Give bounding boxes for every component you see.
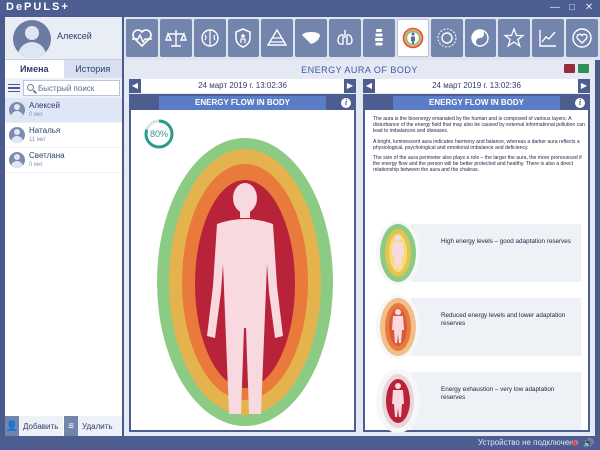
- scales-icon[interactable]: [159, 19, 192, 57]
- right-date-navigator: 24 март 2019 г. 13:02:36 ◀ ▶: [363, 79, 590, 93]
- brain-icon[interactable]: [193, 19, 226, 57]
- left-date-navigator: 24 март 2019 г. 13:02:36 ◀ ▶: [129, 79, 356, 93]
- info-icon[interactable]: i: [575, 98, 585, 108]
- sidebar-actions: 👤 Добавить ≡ Удалить: [5, 416, 122, 436]
- maximize-button[interactable]: □: [566, 2, 578, 14]
- high-energy-aura-icon: [376, 221, 420, 285]
- add-patient-button[interactable]: 👤 Добавить: [5, 416, 63, 436]
- next-date-button[interactable]: ▶: [578, 79, 590, 93]
- low-energy-aura-icon: [376, 369, 420, 433]
- description-paragraph: The aura is the bioenergy emanated by th…: [373, 116, 585, 135]
- prev-date-button[interactable]: ◀: [129, 79, 141, 93]
- aura-panel: ENERGY FLOW IN BODY i 80%: [129, 94, 356, 432]
- description-paragraph: A bright, luminescent aura indicates har…: [373, 138, 580, 151]
- legend-item-reduced: Reduced energy levels and lower adaptati…: [375, 294, 581, 360]
- list-item[interactable]: Наталья 11 мкг: [5, 123, 122, 148]
- patient-name: Наталья: [29, 126, 61, 135]
- heart-pulse-icon[interactable]: [126, 19, 158, 57]
- trash-icon: ≡: [64, 416, 78, 436]
- main-area: ENERGY AURA OF BODY 24 март 2019 г. 13:0…: [124, 60, 595, 436]
- list-item[interactable]: Светлана 0 мкг: [5, 148, 122, 173]
- description-paragraph: The size of the aura perimeter also play…: [373, 155, 582, 174]
- app-title: DePULS+: [6, 1, 70, 13]
- search-icon: [27, 84, 34, 91]
- star-icon[interactable]: [498, 19, 531, 57]
- shield-icon[interactable]: [227, 19, 260, 57]
- liver-icon[interactable]: [295, 19, 328, 57]
- pyramid-icon[interactable]: [261, 19, 294, 57]
- user-icon: [9, 127, 25, 143]
- delete-label: Удалить: [82, 421, 113, 431]
- status-indicator-icon: [572, 441, 577, 446]
- list-item[interactable]: Алексей 0 мкг: [5, 98, 122, 123]
- sidebar-tabs: Имена История: [5, 60, 122, 78]
- legend-text: High energy levels – good adaptation res…: [441, 238, 571, 245]
- search-box[interactable]: [23, 80, 120, 96]
- book-icon[interactable]: [578, 64, 589, 73]
- aura-figure: [157, 138, 333, 426]
- user-name: Алексей: [57, 31, 92, 41]
- user-icon: [9, 152, 25, 168]
- lungs-icon[interactable]: [329, 19, 361, 57]
- aura-icon[interactable]: [396, 19, 429, 57]
- reduced-energy-aura-icon: [376, 295, 420, 359]
- patient-info: 0 мкг: [29, 162, 43, 168]
- aura-info-panel: ENERGY FLOW IN BODY i The aura is the bi…: [363, 94, 590, 434]
- legend-item-high: High energy levels – good adaptation res…: [375, 220, 581, 286]
- status-bar: Устройство не подключено 🔊: [0, 436, 600, 450]
- panel-title: ENERGY FLOW IN BODY: [393, 96, 560, 110]
- add-label: Добавить: [23, 421, 59, 431]
- user-panel: Алексей: [5, 17, 122, 60]
- user-icon: [9, 102, 25, 118]
- title-bar: DePULS+ — □ ✕: [0, 0, 600, 16]
- page-title: ENERGY AURA OF BODY: [301, 65, 418, 75]
- tab-history[interactable]: История: [63, 60, 122, 78]
- device-status: Устройство не подключено: [478, 438, 579, 447]
- speaker-icon[interactable]: 🔊: [583, 438, 594, 449]
- add-user-icon: 👤: [5, 416, 19, 436]
- sun-chakra-icon[interactable]: [430, 19, 463, 57]
- print-icon[interactable]: [564, 64, 575, 73]
- info-icon[interactable]: i: [341, 98, 351, 108]
- right-date: 24 март 2019 г. 13:02:36: [432, 81, 521, 90]
- close-button[interactable]: ✕: [583, 2, 595, 14]
- panel-title: ENERGY FLOW IN BODY: [159, 96, 326, 110]
- list-menu-icon[interactable]: [7, 81, 21, 95]
- aura-description: The aura is the bioenergy emanated by th…: [373, 116, 588, 178]
- chart-icon[interactable]: [532, 19, 565, 57]
- legend-item-exhaustion: Energy exhaustion – very low adaptation …: [375, 368, 581, 434]
- patient-info: 11 мкг: [29, 137, 46, 143]
- legend-text: Energy exhaustion – very low adaptation …: [441, 386, 555, 401]
- delete-patient-button[interactable]: ≡ Удалить: [64, 416, 122, 436]
- yin-yang-icon[interactable]: [464, 19, 497, 57]
- prev-date-button[interactable]: ◀: [363, 79, 375, 93]
- heart-ring-icon[interactable]: [566, 19, 598, 57]
- module-toolbar: [124, 17, 600, 60]
- search-input[interactable]: [38, 83, 118, 94]
- search-row: [5, 78, 122, 98]
- minimize-button[interactable]: —: [549, 2, 561, 14]
- legend-text: Reduced energy levels and lower adaptati…: [441, 312, 566, 327]
- left-date: 24 март 2019 г. 13:02:36: [198, 81, 287, 90]
- patient-name: Светлана: [29, 151, 65, 160]
- patient-info: 0 мкг: [29, 112, 43, 118]
- next-date-button[interactable]: ▶: [344, 79, 356, 93]
- patient-name: Алексей: [29, 101, 60, 110]
- avatar[interactable]: [13, 20, 51, 58]
- spine-icon[interactable]: [362, 19, 395, 57]
- patient-sidebar: Имена История Алексей 0 мкг Наталья 11 м…: [5, 60, 122, 436]
- tab-names[interactable]: Имена: [5, 60, 64, 78]
